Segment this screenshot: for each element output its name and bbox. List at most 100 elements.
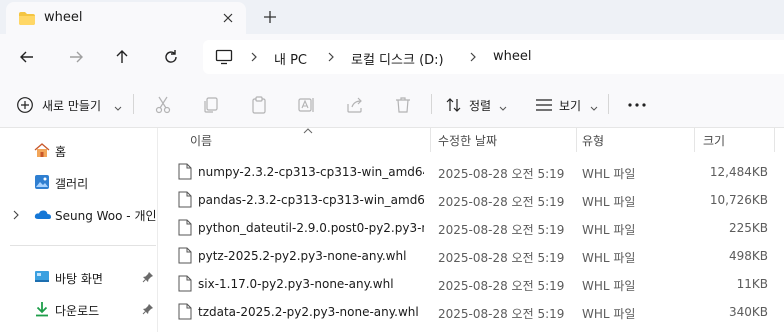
breadcrumb-wheel[interactable]: wheel	[493, 49, 531, 64]
column-divider[interactable]	[430, 128, 431, 152]
sidebar-item-label: 다운로드	[55, 304, 100, 318]
column-divider[interactable]	[694, 128, 695, 152]
breadcrumb-local-disk[interactable]: 로컬 디스크 (D:)	[351, 49, 444, 68]
file-size: 340KB	[728, 305, 768, 319]
table-row[interactable]: python_dateutil-2.9.0.post0-py2.py3-no..…	[158, 214, 784, 242]
rename-icon[interactable]	[297, 95, 317, 115]
pin-icon[interactable]	[142, 303, 154, 315]
file-date: 2025-08-28 오전 5:19	[438, 167, 565, 181]
file-date: 2025-08-28 오전 5:19	[438, 251, 565, 265]
arrow-right-icon[interactable]	[66, 47, 86, 67]
folder-icon	[18, 11, 36, 29]
divider	[10, 245, 156, 246]
table-row[interactable]: pytz-2025.2-py2.py3-none-any.whl 2025-08…	[158, 242, 784, 270]
navigation-pane: 홈 갤러리 Seung Woo - 개인 바탕 화면 다운로드	[0, 128, 158, 332]
onedrive-cloud-icon	[34, 206, 51, 222]
tab-bar: wheel	[0, 0, 784, 34]
sidebar-item-onedrive[interactable]: Seung Woo - 개인	[0, 200, 158, 228]
sidebar-item-label: 홈	[55, 145, 67, 159]
share-icon[interactable]	[345, 95, 365, 115]
column-header-size[interactable]: 크기	[703, 132, 725, 149]
chevron-right-icon[interactable]	[11, 209, 21, 220]
file-name: pandas-2.3.2-cp313-cp313-win_amd64...	[198, 193, 424, 207]
file-name: pytz-2025.2-py2.py3-none-any.whl	[198, 249, 407, 263]
sidebar-item-label: 바탕 화면	[55, 272, 103, 286]
more-options-icon[interactable]	[626, 94, 648, 116]
view-list-icon	[535, 97, 553, 116]
copy-icon[interactable]	[201, 95, 221, 115]
plus-icon[interactable]	[260, 7, 280, 27]
file-size: 11KB	[736, 277, 768, 291]
file-name: numpy-2.3.2-cp313-cp313-win_amd64...	[198, 165, 424, 179]
breadcrumb-my-pc[interactable]: 내 PC	[274, 49, 307, 68]
file-size: 12,484KB	[709, 165, 768, 179]
chevron-right-icon	[248, 51, 260, 63]
tab-wheel[interactable]: wheel	[6, 2, 246, 34]
chevron-right-icon	[325, 51, 337, 63]
pin-icon[interactable]	[142, 271, 154, 283]
file-type: WHL 파일	[582, 195, 636, 209]
divider	[431, 94, 432, 114]
file-type: WHL 파일	[582, 279, 636, 293]
delete-icon[interactable]	[393, 95, 413, 115]
navigation-bar: 내 PC 로컬 디스크 (D:) wheel	[0, 34, 784, 80]
sort-ascending-icon	[303, 127, 313, 137]
sidebar-item-gallery[interactable]: 갤러리	[0, 168, 158, 196]
chevron-down-icon	[590, 101, 598, 115]
file-icon	[178, 163, 192, 180]
arrow-up-icon[interactable]	[112, 47, 132, 67]
sidebar-item-downloads[interactable]: 다운로드	[0, 295, 158, 323]
column-header-name[interactable]: 이름	[190, 132, 212, 149]
file-name: tzdata-2025.2-py2.py3-none-any.whl	[198, 305, 419, 319]
sidebar-item-home[interactable]: 홈	[0, 136, 158, 164]
tab-title: wheel	[44, 10, 83, 25]
sidebar-item-desktop[interactable]: 바탕 화면	[0, 263, 158, 291]
file-date: 2025-08-28 오전 5:19	[438, 307, 565, 321]
file-size: 225KB	[728, 221, 768, 235]
view-label: 보기	[559, 99, 582, 113]
chevron-right-icon	[467, 51, 479, 63]
table-row[interactable]: pandas-2.3.2-cp313-cp313-win_amd64... 20…	[158, 186, 784, 214]
file-date: 2025-08-28 오전 5:19	[438, 223, 565, 237]
file-type: WHL 파일	[582, 307, 636, 321]
sidebar-item-label: 갤러리	[55, 177, 89, 191]
divider	[608, 94, 609, 114]
file-date: 2025-08-28 오전 5:19	[438, 195, 565, 209]
column-divider[interactable]	[774, 128, 775, 152]
table-row[interactable]: numpy-2.3.2-cp313-cp313-win_amd64... 202…	[158, 158, 784, 186]
cut-icon[interactable]	[153, 95, 173, 115]
file-size: 10,726KB	[709, 193, 768, 207]
file-icon	[178, 247, 192, 264]
chevron-down-icon	[114, 101, 122, 115]
command-bar: 새로 만들기 정렬 보기	[0, 80, 784, 128]
table-row[interactable]: six-1.17.0-py2.py3-none-any.whl 2025-08-…	[158, 270, 784, 298]
column-header-type[interactable]: 유형	[582, 132, 604, 149]
file-type: WHL 파일	[582, 223, 636, 237]
desktop-icon	[34, 269, 50, 285]
column-divider[interactable]	[576, 128, 577, 152]
file-icon	[178, 219, 192, 236]
address-bar[interactable]: 내 PC 로컬 디스크 (D:) wheel	[203, 40, 784, 74]
arrow-left-icon[interactable]	[17, 47, 37, 67]
download-icon	[34, 301, 50, 317]
column-header-date[interactable]: 수정한 날짜	[438, 132, 497, 149]
sort-label: 정렬	[469, 99, 492, 113]
refresh-icon[interactable]	[161, 47, 181, 67]
close-icon[interactable]	[220, 10, 236, 26]
file-icon	[178, 191, 192, 208]
file-name: python_dateutil-2.9.0.post0-py2.py3-no..…	[198, 221, 424, 235]
file-date: 2025-08-28 오전 5:19	[438, 279, 565, 293]
gallery-icon	[34, 174, 50, 190]
file-icon	[178, 275, 192, 292]
file-type: WHL 파일	[582, 167, 636, 181]
paste-icon[interactable]	[249, 95, 269, 115]
sidebar-item-label: Seung Woo - 개인	[55, 209, 157, 223]
table-row[interactable]: tzdata-2025.2-py2.py3-none-any.whl 2025-…	[158, 298, 784, 326]
home-icon	[34, 142, 50, 158]
file-size: 498KB	[728, 249, 768, 263]
file-type: WHL 파일	[582, 251, 636, 265]
file-name: six-1.17.0-py2.py3-none-any.whl	[198, 277, 394, 291]
plus-circle-icon	[16, 96, 34, 117]
chevron-down-icon	[499, 101, 507, 115]
file-list: 이름 수정한 날짜 유형 크기 numpy-2.3.2-cp313-cp313-…	[158, 128, 784, 332]
